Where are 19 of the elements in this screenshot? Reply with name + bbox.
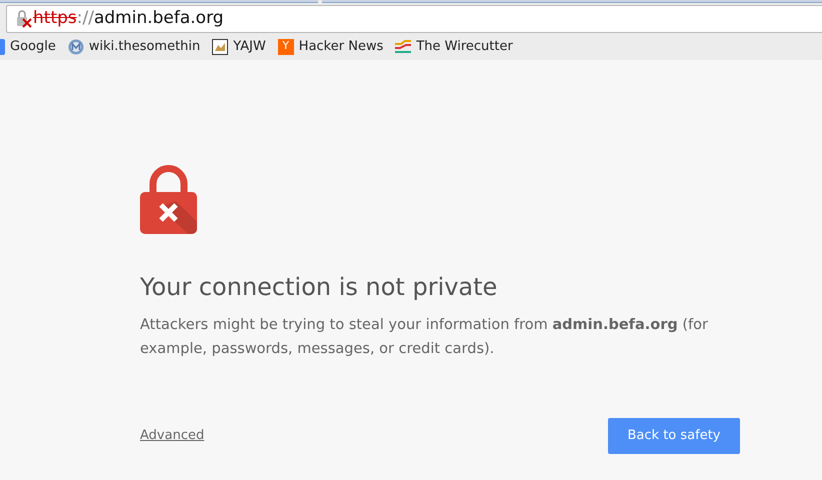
bookmark[interactable]: Google [0,36,56,56]
tab[interactable] [322,0,822,3]
url-scheme: https [33,7,77,30]
error-message: Attackers might be trying to steal your information from admin.befa.org (for example, passwords, messages, or credit cards). [140,316,709,359]
picture-frame-icon [212,38,228,54]
tab[interactable] [0,0,318,3]
bookmark[interactable]: Y Hacker News [278,36,384,56]
letter-icon: Y [278,38,294,54]
address-bar[interactable]: https://admin.befa.org [6,5,822,33]
bookmark[interactable]: wiki.thesomethin [68,36,200,56]
lock-error-icon [140,165,197,234]
advanced-link[interactable]: Advanced [140,426,204,446]
globe-icon [68,38,84,54]
bookmark[interactable]: The Wirecutter [395,36,513,56]
lines-icon [395,38,412,54]
url-host: ://admin.befa.org [76,7,224,30]
bookmark[interactable]: YAJW [212,36,266,56]
broken-lock-icon [15,10,33,28]
error-heading: Your connection is not private [140,272,498,303]
